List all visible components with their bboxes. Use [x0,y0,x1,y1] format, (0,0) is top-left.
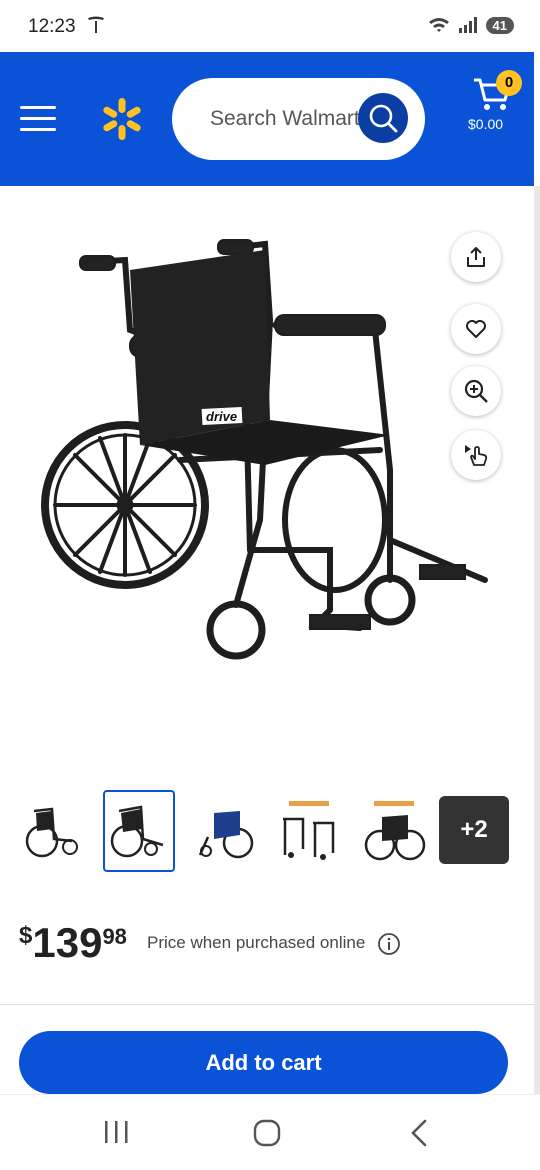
thumbnail-2[interactable] [103,790,175,872]
thumbnail-image [283,801,335,860]
view-3d-icon [465,445,488,466]
thumbnail-image [198,811,254,859]
thumbnail-image [25,807,78,858]
app-header: 0 $0.00 [0,52,534,186]
info-icon[interactable] [377,932,401,956]
price-cents: 98 [102,924,127,949]
battery-indicator: 41 [485,16,514,34]
price-currency: $ [19,922,33,949]
product-image[interactable]: drive [30,220,510,690]
thumbnail-5[interactable] [358,790,430,872]
search-input[interactable] [210,102,360,136]
share-button[interactable] [451,232,501,282]
price-dollars: 139 [32,919,103,966]
status-bar: 12:23 41 [0,0,540,52]
more-thumbnails-button[interactable]: +2 [439,796,509,864]
thumbnail-image [364,801,426,861]
heart-icon [466,320,486,338]
thumbnail-strip: +2 [18,790,518,872]
cart-button[interactable]: 0 $0.00 [466,70,522,146]
back-icon[interactable] [408,1119,430,1147]
walmart-spark-icon[interactable] [99,96,145,142]
search-button[interactable] [358,93,408,143]
tesla-notification-icon [88,16,104,33]
favorite-button[interactable] [451,304,501,354]
cart-count-badge: 0 [496,70,522,96]
thumbnail-1[interactable] [18,790,90,872]
share-icon [467,247,485,267]
more-thumbnails-count: +2 [460,816,488,843]
wifi-icon [428,18,449,32]
thumbnail-4[interactable] [273,790,345,872]
signal-icon [458,17,477,33]
search-icon [369,104,398,133]
recents-icon[interactable] [103,1119,131,1145]
thumbnail-3[interactable] [188,790,260,872]
product-page: 12:23 41 Search Walmart 0 $0.00 drive +2… [0,0,540,1170]
price-note: Price when purchased online [147,933,366,952]
menu-icon[interactable] [20,106,56,132]
search-bar [172,78,425,160]
drive-brand-label: drive [206,409,237,424]
status-time: 12:23 [28,16,76,37]
zoom-icon [464,379,488,403]
add-to-cart-button[interactable]: Add to cart [19,1031,508,1094]
divider [0,1004,534,1005]
home-icon[interactable] [253,1119,281,1147]
view-3d-button[interactable] [451,430,501,480]
cart-total: $0.00 [468,116,504,132]
thumbnail-image [110,805,164,858]
scroll-edge [534,186,540,1096]
system-nav-bar [0,1094,540,1170]
status-icons: 41 [428,16,514,34]
product-price: $ 139 98 [19,918,127,968]
zoom-button[interactable] [451,366,501,416]
